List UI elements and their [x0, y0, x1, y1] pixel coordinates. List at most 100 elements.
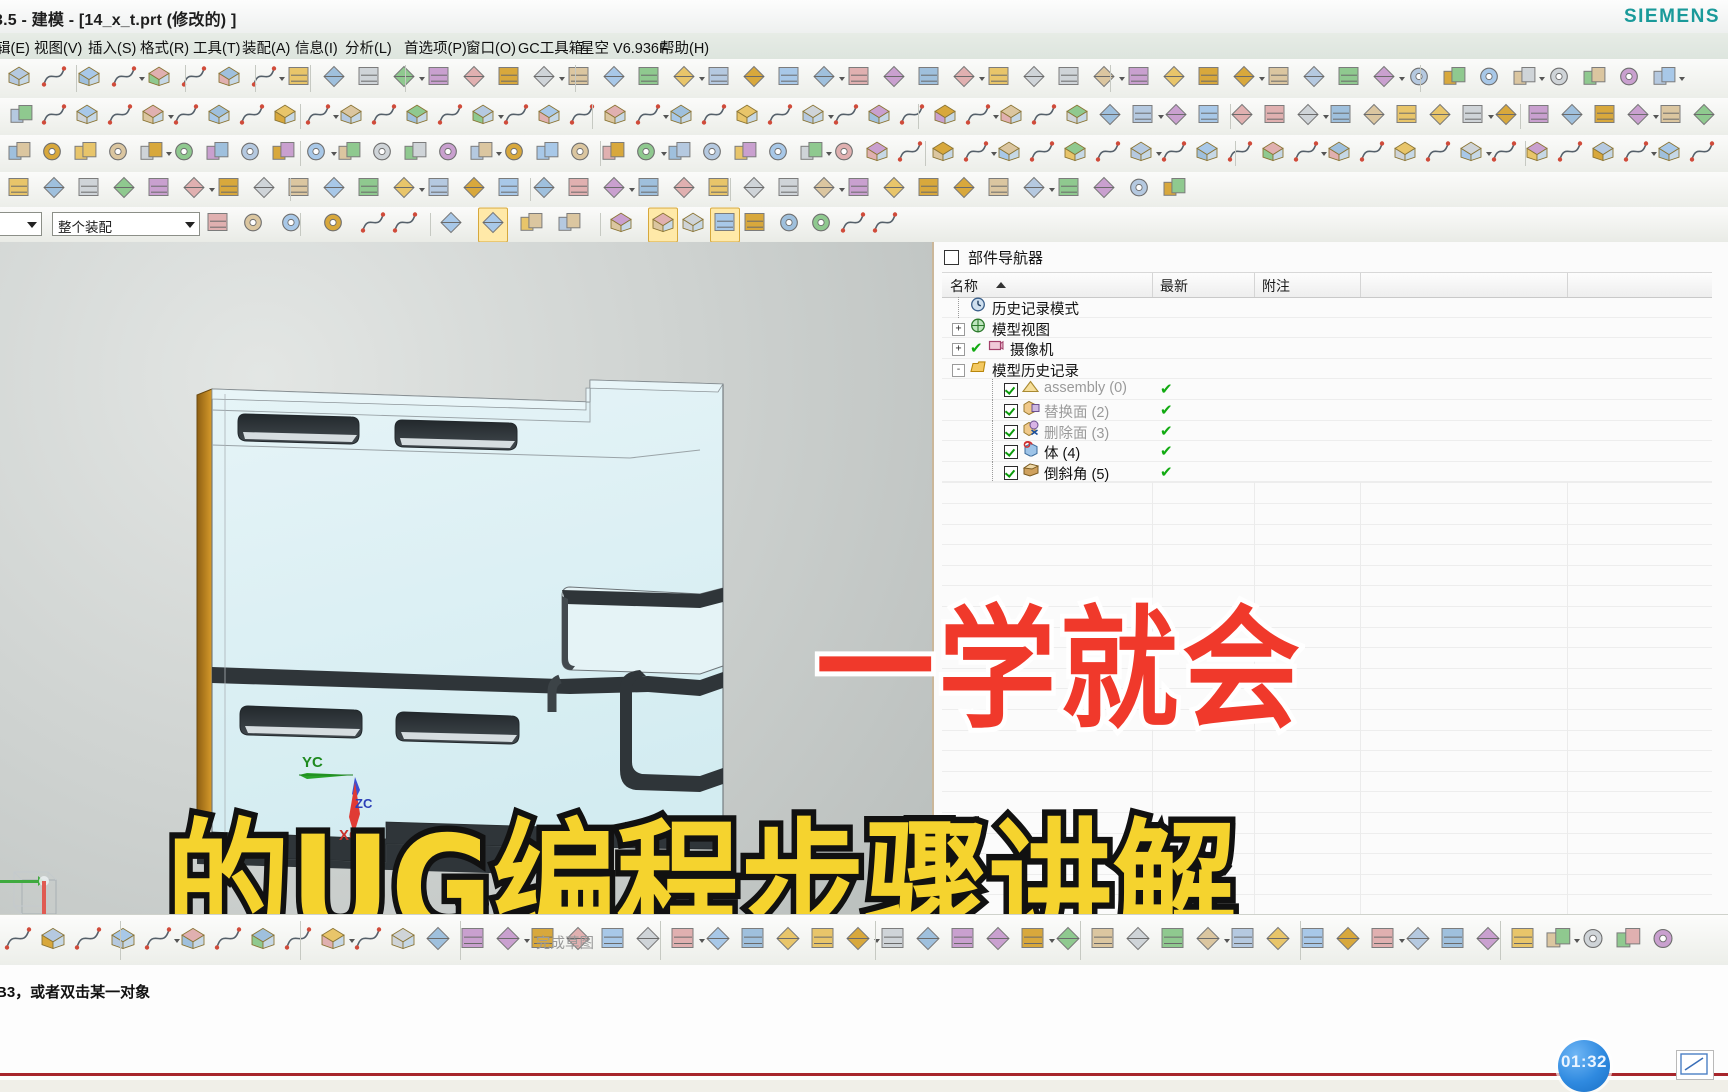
toolbar-icon[interactable] — [461, 174, 487, 205]
toolbar-icon[interactable] — [144, 924, 172, 957]
toolbar-icon[interactable] — [272, 101, 298, 132]
toolbar-icon[interactable] — [284, 924, 312, 957]
toolbar-icon[interactable] — [811, 174, 837, 205]
tree-row[interactable]: 体 (4) ✔ — [942, 441, 1712, 463]
toolbar-icon[interactable] — [1476, 63, 1502, 94]
toolbar-icon[interactable] — [1691, 101, 1717, 132]
toolbar-icon[interactable] — [599, 924, 627, 957]
feature-checkbox[interactable] — [1004, 424, 1018, 439]
toolbar-icon[interactable] — [808, 209, 834, 240]
toolbar-icon[interactable] — [1491, 138, 1517, 169]
toolbar-icon[interactable] — [742, 209, 768, 240]
toolbar-icon[interactable] — [1264, 924, 1292, 957]
toolbar-icon[interactable] — [6, 174, 32, 205]
toolbar-icon[interactable] — [1126, 174, 1152, 205]
toolbar-icon[interactable] — [1161, 138, 1187, 169]
menu-item-tools[interactable]: 工具(T) — [193, 37, 241, 58]
toolbar-icon[interactable] — [734, 101, 760, 132]
toolbar-icon[interactable] — [811, 63, 837, 94]
column-uptodate[interactable]: 最新 — [1160, 276, 1188, 296]
toolbar-icon[interactable] — [39, 924, 67, 957]
toolbar-icon[interactable] — [179, 924, 207, 957]
toolbar-icon[interactable] — [1625, 101, 1651, 132]
toolbar-icon[interactable] — [41, 174, 67, 205]
scope-combo[interactable]: 整个装配 — [52, 212, 200, 236]
toolbar-icon[interactable] — [1592, 101, 1618, 132]
chevron-down-icon[interactable] — [1399, 76, 1405, 81]
toolbar-icon[interactable] — [648, 207, 678, 242]
toolbar-icon[interactable] — [1441, 63, 1467, 94]
menu-item-format[interactable]: 格式(R) — [140, 37, 189, 58]
toolbar-icon[interactable] — [996, 138, 1022, 169]
toolbar-icon[interactable] — [1616, 63, 1642, 94]
toolbar-icon[interactable] — [1196, 101, 1222, 132]
toolbar-icon[interactable] — [1124, 924, 1152, 957]
chevron-down-icon[interactable] — [279, 76, 285, 81]
menu-item-preferences[interactable]: 首选项(P) — [404, 37, 467, 58]
toolbar-icon[interactable] — [680, 209, 706, 240]
toolbar-icon[interactable] — [1064, 101, 1090, 132]
toolbar-icon[interactable] — [1526, 101, 1552, 132]
tree-expander[interactable]: + — [952, 322, 965, 336]
toolbar-icon[interactable] — [567, 138, 593, 169]
toolbar-icon[interactable] — [634, 924, 662, 957]
toolbar-icon[interactable] — [1651, 63, 1677, 94]
toolbar-icon[interactable] — [872, 209, 898, 240]
toolbar-icon[interactable] — [470, 101, 496, 132]
feature-checkbox[interactable] — [1004, 383, 1018, 398]
toolbar-icon[interactable] — [916, 174, 942, 205]
toolbar-icon[interactable] — [1062, 138, 1088, 169]
toolbar-icon[interactable] — [1231, 63, 1257, 94]
toolbar-icon[interactable] — [602, 101, 628, 132]
toolbar-icon[interactable] — [932, 101, 958, 132]
toolbar-icon[interactable] — [1130, 101, 1156, 132]
toolbar-icon[interactable] — [704, 924, 732, 957]
toolbar-icon[interactable] — [732, 138, 758, 169]
toolbar-icon[interactable] — [741, 63, 767, 94]
toolbar-icon[interactable] — [251, 174, 277, 205]
toolbar-icon[interactable] — [1544, 924, 1572, 957]
toolbar-icon[interactable] — [864, 138, 890, 169]
toolbar-icon[interactable] — [286, 63, 312, 94]
chevron-down-icon[interactable] — [1539, 76, 1545, 81]
toolbar-icon[interactable] — [1559, 101, 1585, 132]
menu-item-analysis[interactable]: 分析(L) — [345, 37, 392, 58]
toolbar-icon[interactable] — [426, 63, 452, 94]
tree-row[interactable]: 删除面 (3) ✔ — [942, 420, 1712, 442]
toolbar-icon[interactable] — [998, 101, 1024, 132]
chevron-down-icon[interactable] — [419, 187, 425, 192]
toolbar-icon[interactable] — [1328, 101, 1354, 132]
toolbar-icon[interactable] — [1056, 63, 1082, 94]
toolbar-icon[interactable] — [1425, 138, 1451, 169]
menu-item-edit[interactable]: 辑(E) — [0, 37, 30, 58]
chevron-down-icon[interactable] — [629, 187, 635, 192]
toolbar-icon[interactable] — [774, 924, 802, 957]
toolbar-icon[interactable] — [72, 138, 98, 169]
toolbar-icon[interactable] — [1369, 924, 1397, 957]
toolbar-icon[interactable] — [1359, 138, 1385, 169]
toolbar-icon[interactable] — [1227, 138, 1253, 169]
toolbar-icon[interactable] — [74, 101, 100, 132]
toolbar-icon[interactable] — [109, 924, 137, 957]
toolbar-icon[interactable] — [1295, 101, 1321, 132]
toolbar-icon[interactable] — [105, 138, 131, 169]
toolbar-icon[interactable] — [668, 101, 694, 132]
toolbar-icon[interactable] — [321, 63, 347, 94]
toolbar-icon[interactable] — [1056, 174, 1082, 205]
toolbar-icon[interactable] — [671, 63, 697, 94]
toolbar-icon[interactable] — [897, 138, 923, 169]
toolbar-icon[interactable] — [833, 101, 859, 132]
toolbar-icon[interactable] — [846, 174, 872, 205]
toolbar-icon[interactable] — [459, 924, 487, 957]
toolbar-icon[interactable] — [181, 174, 207, 205]
chevron-down-icon[interactable] — [559, 76, 565, 81]
tree-row[interactable]: assembly (0) ✔ — [942, 379, 1712, 401]
tree-row[interactable]: 倒斜角 (5) ✔ — [942, 461, 1712, 483]
toolbar-icon[interactable] — [899, 101, 925, 132]
toolbar-icon[interactable] — [437, 101, 463, 132]
toolbar-icon[interactable] — [1590, 138, 1616, 169]
toolbar-icon[interactable] — [1229, 101, 1255, 132]
tree-row[interactable]: 历史记录模式 — [942, 297, 1712, 318]
toolbar-icon[interactable] — [496, 63, 522, 94]
toolbar-icon[interactable] — [1161, 174, 1187, 205]
